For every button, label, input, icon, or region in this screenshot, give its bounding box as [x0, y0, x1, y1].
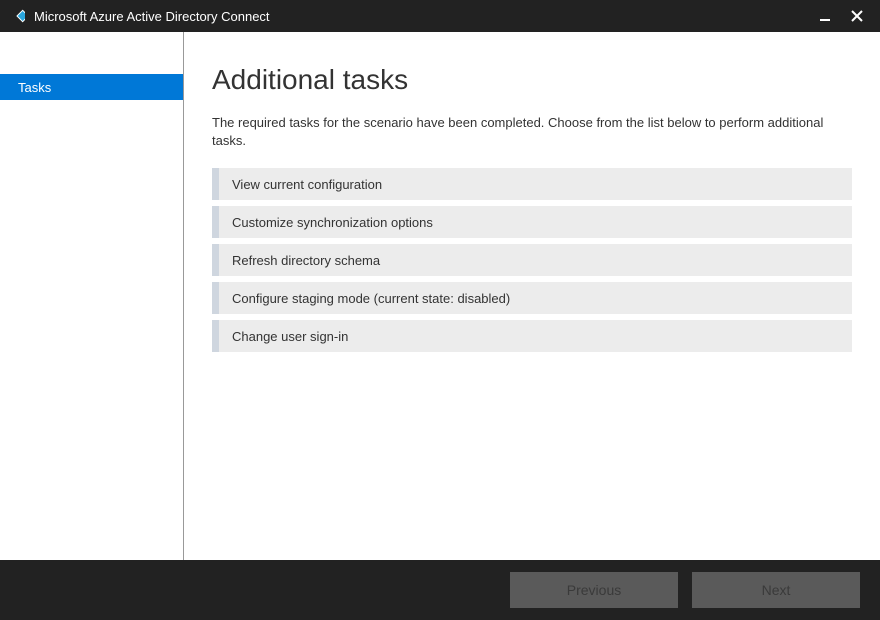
- window-controls: [816, 7, 872, 25]
- task-label: Customize synchronization options: [232, 215, 433, 230]
- task-list: View current configuration Customize syn…: [212, 168, 852, 352]
- main-content: Additional tasks The required tasks for …: [184, 32, 880, 560]
- window-title: Microsoft Azure Active Directory Connect: [34, 9, 816, 24]
- next-button[interactable]: Next: [692, 572, 860, 608]
- body-area: Tasks Additional tasks The required task…: [0, 32, 880, 560]
- task-configure-staging[interactable]: Configure staging mode (current state: d…: [212, 282, 852, 314]
- previous-button[interactable]: Previous: [510, 572, 678, 608]
- sidebar: Tasks: [0, 32, 184, 560]
- task-refresh-schema[interactable]: Refresh directory schema: [212, 244, 852, 276]
- task-label: Change user sign-in: [232, 329, 348, 344]
- page-heading: Additional tasks: [212, 64, 852, 96]
- task-label: Configure staging mode (current state: d…: [232, 291, 510, 306]
- close-button[interactable]: [848, 7, 866, 25]
- task-view-config[interactable]: View current configuration: [212, 168, 852, 200]
- titlebar: Microsoft Azure Active Directory Connect: [0, 0, 880, 32]
- task-customize-sync[interactable]: Customize synchronization options: [212, 206, 852, 238]
- task-label: Refresh directory schema: [232, 253, 380, 268]
- task-change-signin[interactable]: Change user sign-in: [212, 320, 852, 352]
- page-description: The required tasks for the scenario have…: [212, 114, 852, 150]
- minimize-button[interactable]: [816, 7, 834, 25]
- sidebar-item-tasks[interactable]: Tasks: [0, 74, 183, 100]
- app-icon: [8, 7, 26, 25]
- task-label: View current configuration: [232, 177, 382, 192]
- footer: Previous Next: [0, 560, 880, 620]
- sidebar-item-label: Tasks: [18, 80, 51, 95]
